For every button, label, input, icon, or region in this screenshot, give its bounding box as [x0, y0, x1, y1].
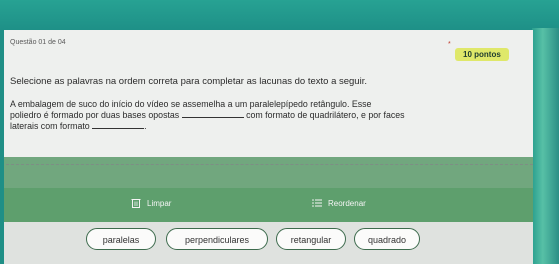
- text-segment: laterais com formato: [10, 121, 90, 131]
- option-chip-retangular[interactable]: retangular: [276, 228, 346, 250]
- question-card: Questão 01 de 04 * 10 pontos Selecione a…: [4, 30, 533, 264]
- required-mark: *: [448, 41, 451, 48]
- blank-1[interactable]: [181, 109, 244, 118]
- options-area: paralelas perpendiculares retangular qua…: [4, 222, 533, 264]
- question-number: Questão 01 de 04: [10, 39, 66, 46]
- text-segment: .: [144, 121, 147, 131]
- text-segment: poliedro é formado por duas bases oposta…: [10, 110, 180, 120]
- clear-button[interactable]: Limpar: [131, 198, 171, 208]
- option-chip-perpendiculares[interactable]: perpendiculares: [166, 228, 268, 250]
- question-prompt: Selecione as palavras na ordem correta p…: [10, 76, 367, 87]
- reorder-label: Reordenar: [328, 198, 366, 208]
- right-edge-decoration: [532, 28, 559, 264]
- action-bar: Limpar Reordenar: [4, 188, 533, 222]
- question-text: A embalagem de suco do início do vídeo s…: [10, 100, 525, 131]
- text-segment: com formato de quadrilátero, e por faces: [246, 110, 405, 120]
- option-chip-paralelas[interactable]: paralelas: [86, 228, 156, 250]
- reorder-button[interactable]: Reordenar: [312, 198, 366, 208]
- clear-label: Limpar: [147, 198, 172, 208]
- drop-area: [4, 157, 533, 189]
- trash-icon: [131, 198, 141, 208]
- blank-2[interactable]: [92, 120, 145, 129]
- points-badge: 10 pontos: [455, 48, 509, 61]
- dashed-divider: [6, 164, 533, 165]
- text-line-3: laterais com formato .: [10, 120, 525, 131]
- list-icon: [312, 198, 322, 208]
- option-chip-quadrado[interactable]: quadrado: [354, 228, 420, 250]
- top-bar: [0, 0, 559, 30]
- text-line-1: A embalagem de suco do início do vídeo s…: [10, 99, 372, 109]
- text-line-2: poliedro é formado por duas bases oposta…: [10, 109, 525, 120]
